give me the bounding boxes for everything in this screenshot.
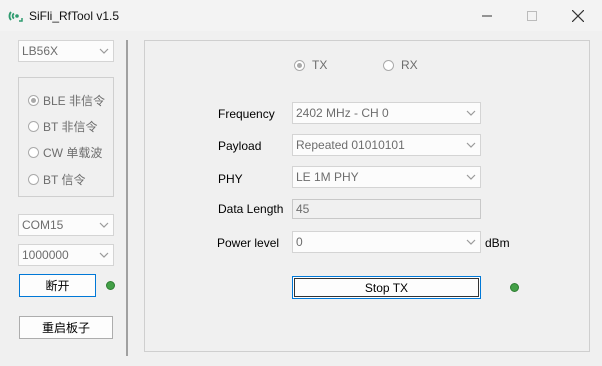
maximize-icon: [527, 10, 537, 21]
tx-rx-panel: [144, 40, 590, 352]
frequency-select[interactable]: 2402 MHz - CH 0: [292, 102, 481, 124]
radio-label: CW 单载波: [43, 146, 103, 160]
radio-ble-nonsignaling[interactable]: BLE 非信令: [28, 92, 105, 109]
radio-dot: [28, 95, 39, 106]
reboot-board-button[interactable]: 重启板子: [19, 316, 113, 339]
minimize-button[interactable]: [464, 0, 510, 31]
frequency-value: 2402 MHz - CH 0: [296, 106, 389, 120]
disconnect-label: 断开: [45, 279, 70, 293]
stop-tx-button[interactable]: Stop TX: [292, 276, 481, 299]
payload-select[interactable]: Repeated 01010101: [292, 134, 481, 156]
chevron-down-icon: [466, 174, 476, 180]
panel-separator: [126, 40, 128, 356]
payload-label: Payload: [218, 139, 262, 153]
frequency-label: Frequency: [218, 107, 275, 121]
radio-dot: [294, 59, 305, 71]
phy-value: LE 1M PHY: [296, 170, 359, 184]
radio-label: BT 非信令: [43, 120, 98, 134]
maximize-button[interactable]: [509, 0, 555, 31]
chevron-down-icon: [99, 48, 109, 54]
radio-dot: [383, 59, 394, 71]
tx-status-led: [510, 283, 519, 292]
radio-tx-label: TX: [312, 58, 328, 72]
phy-label: PHY: [218, 172, 243, 186]
radio-tx[interactable]: TX: [294, 58, 327, 72]
radio-bt-nonsignaling[interactable]: BT 非信令: [28, 118, 97, 135]
chevron-down-icon: [466, 239, 476, 245]
radio-label: BLE 非信令: [43, 94, 106, 108]
power-level-value: 0: [296, 235, 303, 249]
baud-select-value: 1000000: [22, 248, 69, 262]
radio-label: BT 信令: [43, 173, 86, 187]
stop-tx-label: Stop TX: [364, 280, 409, 295]
chip-select-value: LB56X: [22, 44, 59, 58]
radio-bt-signaling[interactable]: BT 信令: [28, 171, 85, 188]
radio-dot: [28, 147, 39, 158]
title-bar: SiFli_RfTool v1.5: [0, 0, 602, 31]
chevron-down-icon: [466, 110, 476, 116]
chevron-down-icon: [99, 222, 109, 228]
radio-rx-label: RX: [401, 58, 418, 72]
disconnect-button[interactable]: 断开: [19, 274, 96, 297]
radio-rx[interactable]: RX: [383, 58, 418, 72]
port-select[interactable]: COM15: [18, 214, 114, 236]
close-button[interactable]: [555, 0, 601, 31]
data-length-field[interactable]: 45: [292, 199, 481, 219]
radio-dot: [28, 174, 39, 185]
minimize-icon: [482, 15, 492, 16]
chevron-down-icon: [466, 142, 476, 148]
chevron-down-icon: [99, 252, 109, 258]
power-level-label: Power level: [217, 236, 280, 250]
data-length-value: 45: [296, 202, 310, 216]
data-length-label: Data Length: [218, 202, 284, 216]
payload-value: Repeated 01010101: [296, 138, 405, 152]
connection-status-led: [106, 281, 115, 290]
window-title: SiFli_RfTool v1.5: [29, 9, 120, 23]
power-unit-label: dBm: [485, 236, 510, 250]
radio-cw-single-carrier[interactable]: CW 单载波: [28, 144, 102, 161]
reboot-label: 重启板子: [41, 321, 90, 335]
chip-select[interactable]: LB56X: [18, 40, 114, 62]
power-level-select[interactable]: 0: [292, 231, 481, 253]
baud-select[interactable]: 1000000: [18, 244, 114, 266]
app-icon: [8, 11, 23, 22]
radio-dot: [28, 121, 39, 132]
port-select-value: COM15: [22, 218, 64, 232]
phy-select[interactable]: LE 1M PHY: [292, 166, 481, 188]
close-icon: [572, 9, 584, 22]
